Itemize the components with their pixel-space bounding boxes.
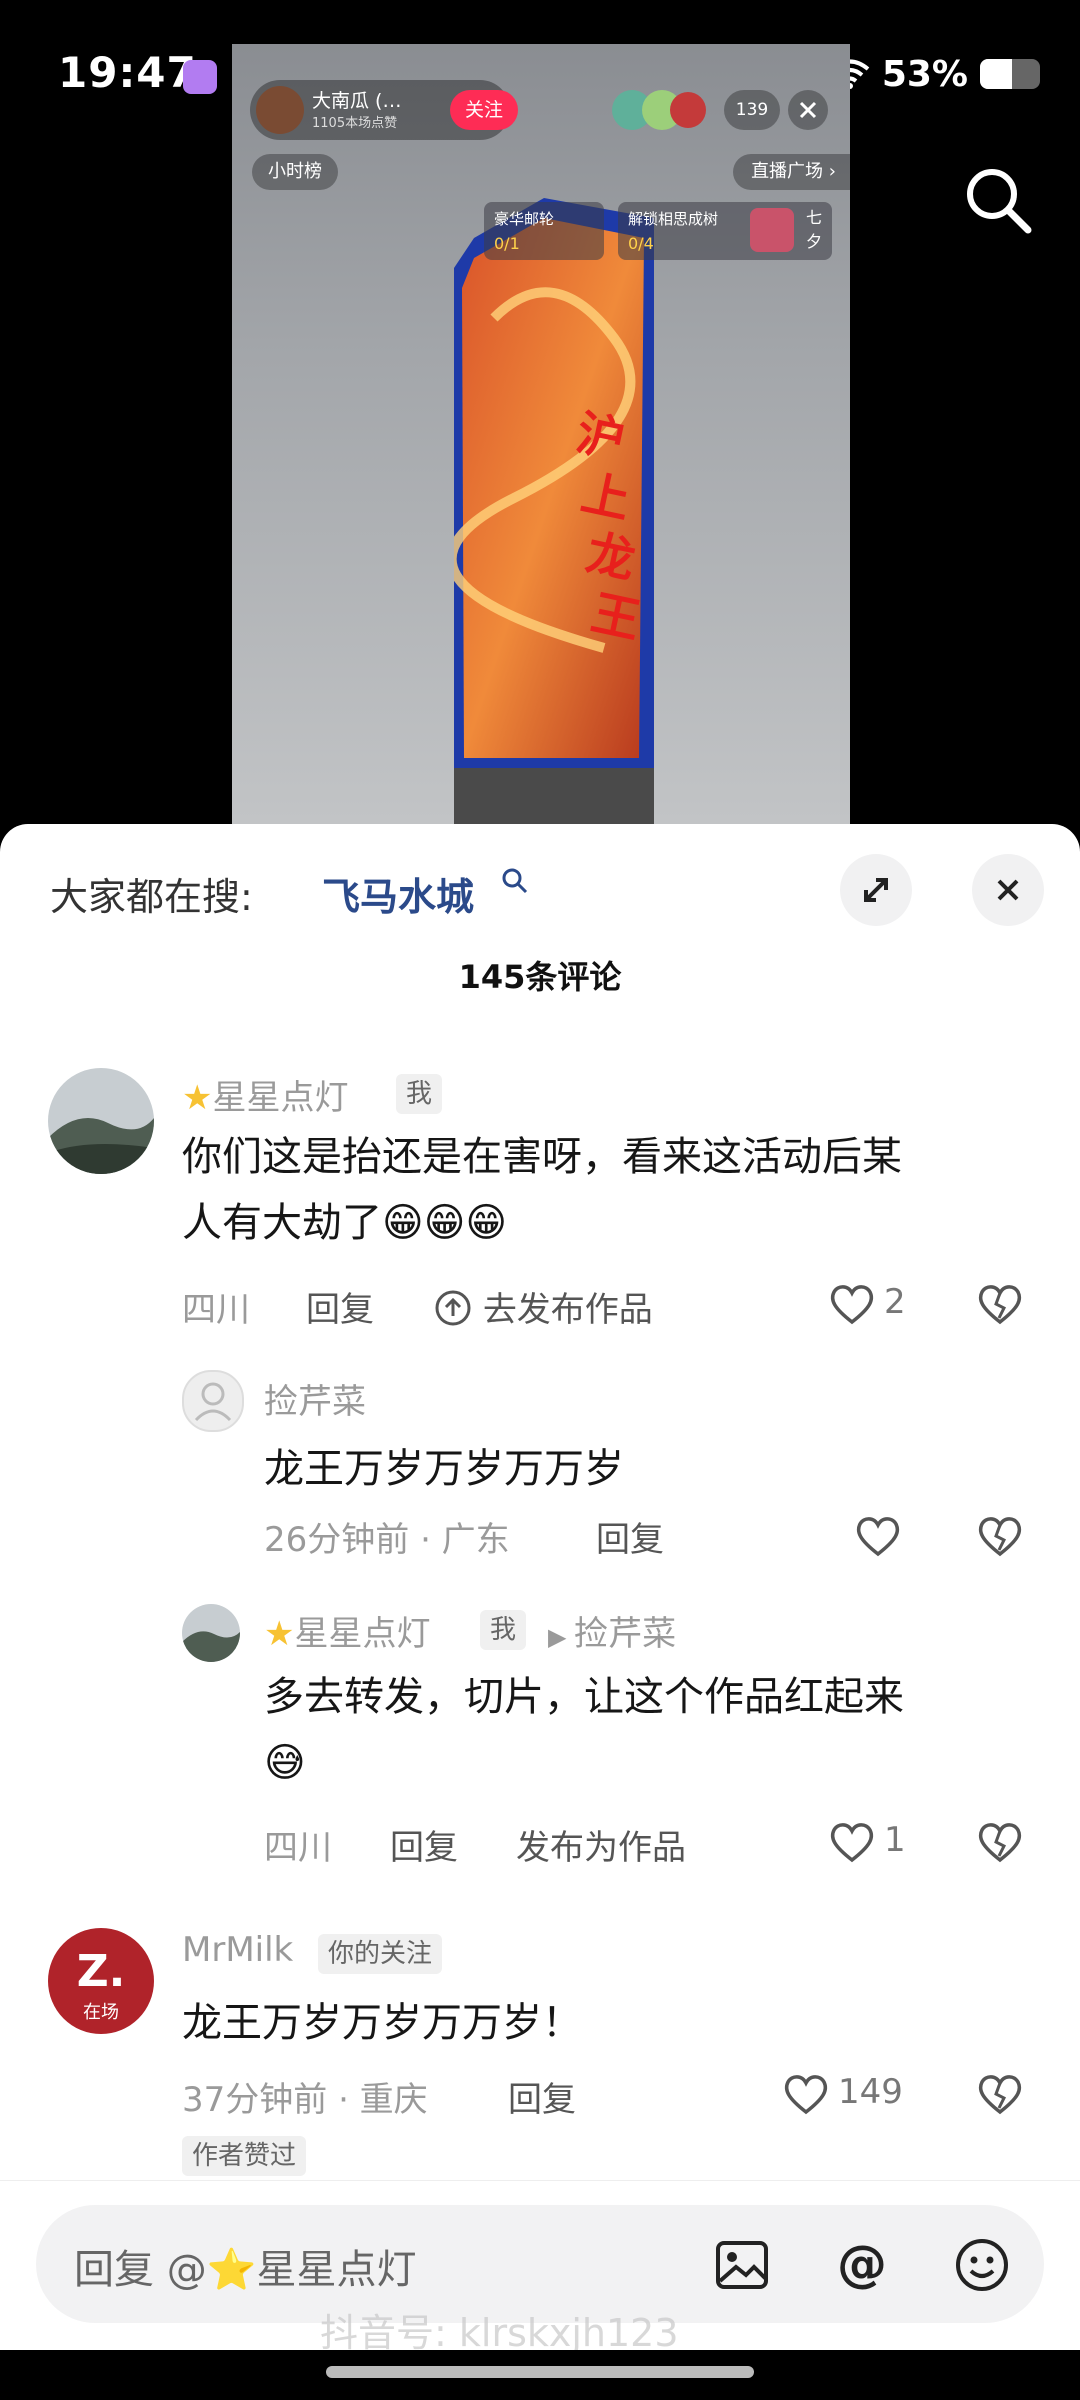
reply-button[interactable]: 回复 [508,2072,576,2121]
reply-text: 龙王万岁万岁万万岁 [264,1446,624,1492]
heart-icon[interactable] [854,1514,902,1558]
chevron-right-icon: › [828,161,836,182]
mention-icon[interactable]: @ [832,2235,892,2295]
task-progress: 0/4 [628,234,654,253]
self-tag: 我 [480,1610,527,1650]
dislike-icon[interactable] [976,1282,1024,1326]
search-icon[interactable] [958,160,1038,240]
emoji-icon[interactable] [952,2235,1012,2295]
task-side-label: 七夕 [806,208,823,251]
reply-location: 四川 [264,1828,332,1868]
heart-icon[interactable] [828,1820,876,1864]
hot-search-term[interactable]: 飞马水城 [322,866,474,921]
hot-search-label: 大家都在搜: [50,875,253,919]
watermark: 抖音号: klrskxjh123 [320,2311,679,2355]
reply-to-username[interactable]: ▶ 捡芹菜 [548,1606,676,1655]
hour-rank-button[interactable]: 小时榜 [252,154,338,190]
comment-username[interactable]: ★星星点灯 [182,1070,348,1119]
avatar-subtext: 在场 [83,2002,119,2023]
heart-icon[interactable] [782,2072,830,2116]
avatar-text: Z. [76,1946,126,1997]
video-player[interactable]: 沪 上 龙 王 大南瓜 (… 1105本场点赞 关注 139 小时榜 直播广场 … [232,44,850,824]
star-icon: ★ [182,1078,213,1118]
publish-work-button[interactable]: 去发布作品 [434,1282,653,1331]
host-info[interactable]: 大南瓜 (… 1105本场点赞 关注 [250,80,518,140]
comment-text: 你们这是抬还是在害呀，看来这活动后某 人有大劫了😁😁😁 [182,1134,902,1246]
comment-text: 龙王万岁万岁万万岁！ [182,2000,582,2046]
reply-button[interactable]: 回复 [306,1282,374,1331]
reply-text: 多去转发，切片，让这个作品红起来 😅 [264,1664,1024,1796]
star-icon: ★ [264,1614,295,1654]
avatar[interactable] [182,1370,244,1432]
heart-icon[interactable] [828,1282,876,1326]
comment-username[interactable]: MrMilk [182,1930,293,1970]
comment-count: 145条评论 [458,958,622,996]
battery-percent: 53% [881,53,968,95]
publish-as-work-button[interactable]: 发布为作品 [516,1820,686,1869]
dragon-tower-image: 沪 上 龙 王 [454,198,654,824]
close-icon [799,101,817,119]
viewer-avatars[interactable] [612,88,706,132]
home-indicator[interactable] [326,2366,754,2378]
system-nav-bar [0,2350,1080,2400]
reply-button[interactable]: 回复 [596,1512,664,1561]
svg-text:@: @ [837,2235,887,2293]
reply-button[interactable]: 回复 [390,1820,458,1869]
viewer-count[interactable]: 139 [724,90,780,130]
play-arrow-icon: ▶ [548,1623,575,1651]
app-notification-icon [183,60,217,94]
task-title: 解锁相思成树 [628,210,719,228]
upload-icon [435,1290,471,1326]
reply-username[interactable]: ★星星点灯 [264,1606,430,1655]
host-likes: 1105本场点赞 [312,116,398,131]
avatar[interactable] [48,1068,154,1174]
battery-icon [980,59,1040,89]
comment-time-location: 37分钟前 · 重庆 [182,2080,428,2120]
task-title: 豪华邮轮 [494,210,555,228]
expand-icon [864,878,888,902]
close-icon [997,879,1019,901]
status-time: 19:47 [58,48,197,97]
reply-input-placeholder: 回复 @⭐星星点灯 [74,2247,417,2293]
host-name: 大南瓜 (… [312,90,402,112]
gift-icon [750,208,794,252]
like-count: 1 [884,1820,906,1860]
author-liked-badge: 作者赞过 [182,2136,307,2176]
live-close-button[interactable] [788,90,828,130]
avatar[interactable]: Z. 在场 [48,1928,154,2034]
follow-button[interactable]: 关注 [450,90,518,130]
reply-username[interactable]: 捡芹菜 [264,1374,366,1423]
dislike-icon[interactable] [976,1514,1024,1558]
avatar[interactable] [182,1604,240,1662]
following-tag: 你的关注 [318,1934,443,1974]
comment-sheet: 大家都在搜: 飞马水城 145条评论 ★星星点灯 我 你们这是抬还是在害呀，看来… [0,824,1080,2400]
like-count: 149 [838,2072,903,2112]
live-square-label: 直播广场 [751,161,824,182]
task-card-tree[interactable]: 解锁相思成树 0/4 七夕 [618,202,832,260]
expand-button[interactable] [840,854,912,926]
dislike-icon[interactable] [976,1820,1024,1864]
close-sheet-button[interactable] [972,854,1044,926]
self-tag: 我 [396,1074,443,1114]
task-progress: 0/1 [494,234,520,253]
live-square-button[interactable]: 直播广场 › [733,154,850,190]
like-count: 2 [884,1282,906,1322]
comment-location: 四川 [182,1290,250,1330]
dislike-icon[interactable] [976,2072,1024,2116]
grin-emoji-icon: 😁😁😁 [382,1200,508,1246]
host-avatar[interactable] [256,86,304,134]
search-icon [502,868,528,894]
task-card-cruise[interactable]: 豪华邮轮 0/1 [484,202,604,260]
image-icon[interactable] [712,2235,772,2295]
reply-time-location: 26分钟前 · 广东 [264,1520,510,1560]
sweat-grin-emoji-icon: 😅 [264,1740,306,1786]
